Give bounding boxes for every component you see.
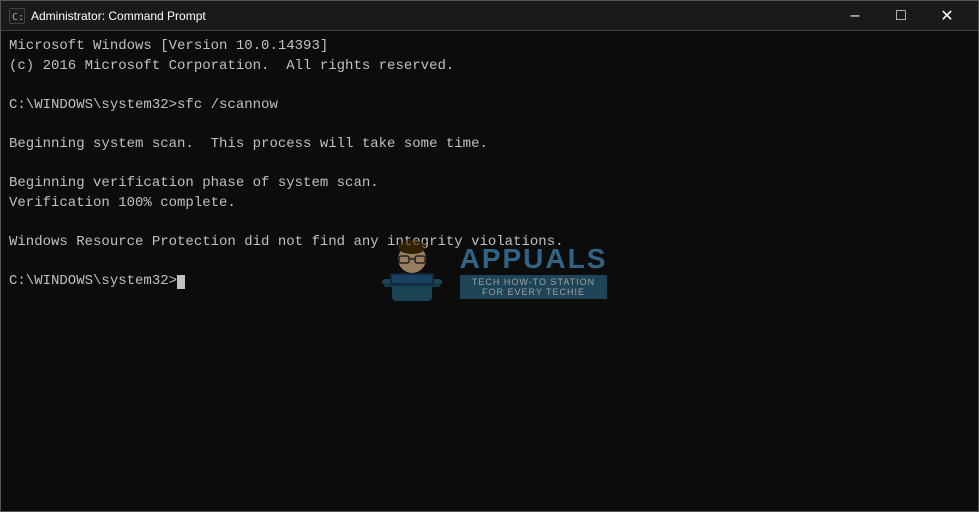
console-line xyxy=(9,115,970,135)
console-line: Microsoft Windows [Version 10.0.14393] xyxy=(9,37,970,57)
cursor-blink xyxy=(177,275,185,289)
console-area[interactable]: Microsoft Windows [Version 10.0.14393](c… xyxy=(1,31,978,511)
window-controls: – □ ✕ xyxy=(832,1,970,31)
console-line xyxy=(9,76,970,96)
console-line: C:\WINDOWS\system32>sfc /scannow xyxy=(9,96,970,116)
command-prompt-window: C: Administrator: Command Prompt – □ ✕ M… xyxy=(0,0,979,512)
watermark-figure xyxy=(372,231,452,311)
watermark-subtitle: TECH HOW-TO STATIONFOR EVERY TECHIE xyxy=(460,275,608,299)
title-bar: C: Administrator: Command Prompt – □ ✕ xyxy=(1,1,978,31)
console-line: Beginning verification phase of system s… xyxy=(9,174,970,194)
watermark-text: APPUALS TECH HOW-TO STATIONFOR EVERY TEC… xyxy=(460,243,608,299)
console-line xyxy=(9,155,970,175)
console-line: Verification 100% complete. xyxy=(9,194,970,214)
console-line xyxy=(9,213,970,233)
maximize-button[interactable]: □ xyxy=(878,1,924,31)
watermark-brand: APPUALS xyxy=(460,243,608,275)
svg-text:C:: C: xyxy=(12,12,24,23)
console-line: (c) 2016 Microsoft Corporation. All righ… xyxy=(9,57,970,77)
cmd-icon: C: xyxy=(9,8,25,24)
window-title: Administrator: Command Prompt xyxy=(31,9,826,23)
close-button[interactable]: ✕ xyxy=(924,1,970,31)
minimize-button[interactable]: – xyxy=(832,1,878,31)
console-line: Beginning system scan. This process will… xyxy=(9,135,970,155)
watermark: APPUALS TECH HOW-TO STATIONFOR EVERY TEC… xyxy=(372,231,608,311)
